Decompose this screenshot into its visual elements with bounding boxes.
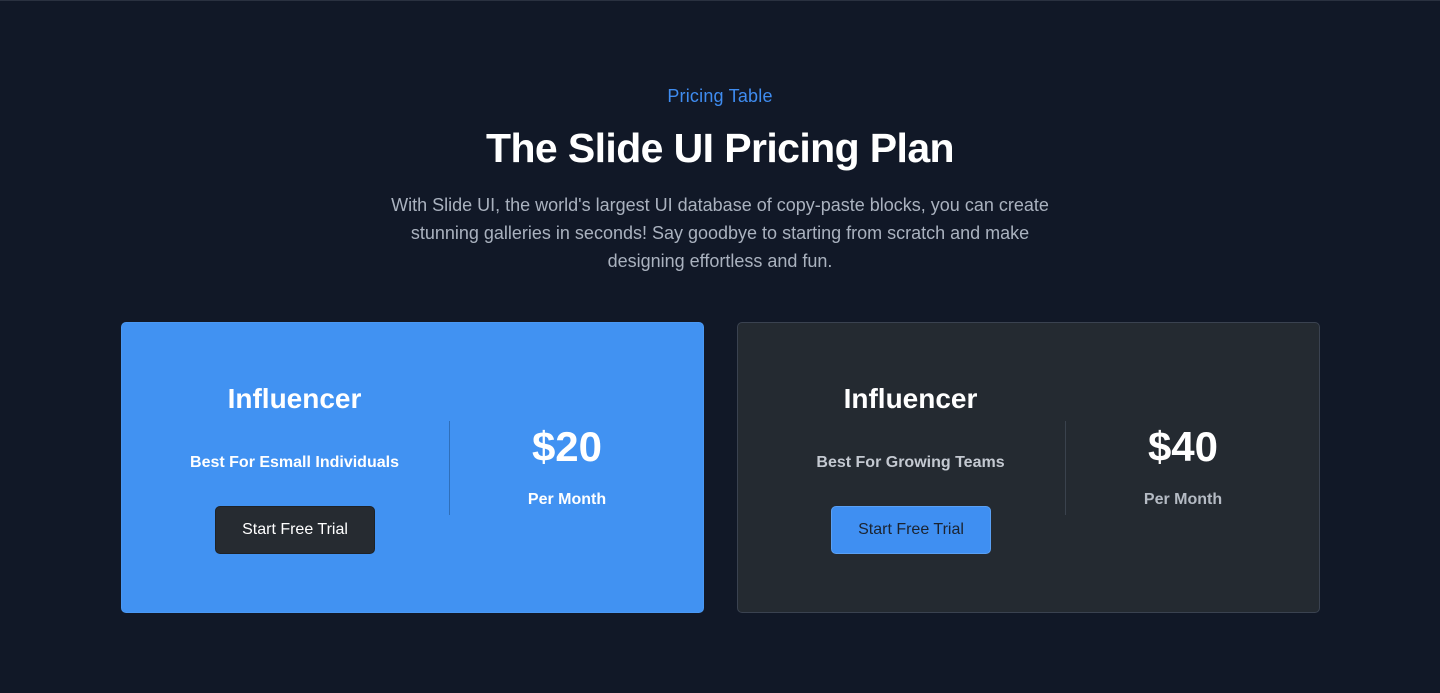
plan-period: Per Month bbox=[1143, 491, 1223, 508]
plan-price: $40 bbox=[1147, 423, 1219, 470]
start-free-trial-button[interactable]: Start Free Trial bbox=[831, 506, 991, 554]
card-divider bbox=[1065, 421, 1066, 515]
page-title: The Slide UI Pricing Plan bbox=[486, 125, 955, 171]
section-eyebrow: Pricing Table bbox=[667, 86, 773, 106]
section-description: With Slide UI, the world's largest UI da… bbox=[391, 195, 1049, 271]
pricing-section: Pricing Table The Slide UI Pricing Plan … bbox=[0, 0, 1440, 693]
card-divider bbox=[449, 421, 450, 515]
plan-subtitle: Best For Growing Teams bbox=[816, 454, 1005, 471]
start-free-trial-button[interactable]: Start Free Trial bbox=[215, 506, 375, 554]
plan-subtitle: Best For Esmall Individuals bbox=[190, 454, 399, 471]
pricing-card-teams: Influencer Best For Growing Teams Start … bbox=[737, 322, 1320, 613]
plan-name: Influencer bbox=[227, 383, 362, 414]
plan-name: Influencer bbox=[843, 383, 978, 414]
pricing-card-individuals: Influencer Best For Esmall Individuals S… bbox=[121, 322, 704, 613]
plan-period: Per Month bbox=[527, 491, 607, 508]
plan-price: $20 bbox=[531, 423, 603, 470]
